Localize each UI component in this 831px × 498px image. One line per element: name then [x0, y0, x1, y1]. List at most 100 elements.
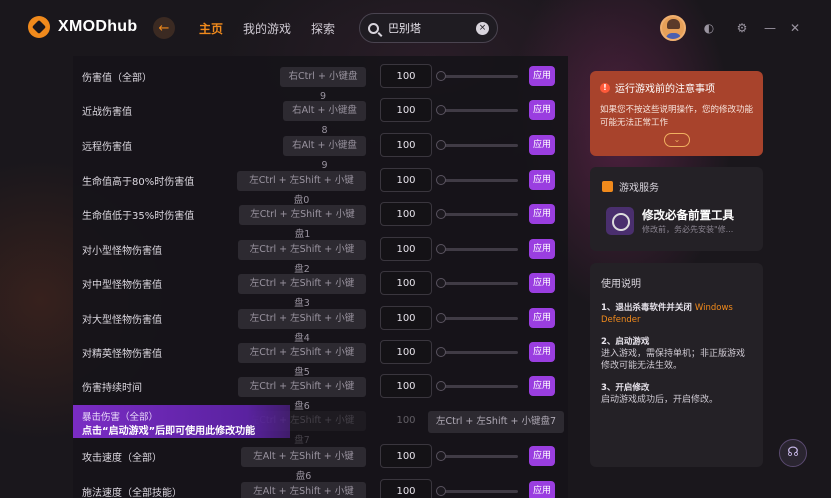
value-slider[interactable] [438, 248, 518, 251]
apply-button[interactable]: 应用 [529, 66, 555, 86]
value-slider[interactable] [438, 351, 518, 354]
value-slider[interactable] [438, 282, 518, 285]
app-logo[interactable]: XMODhub [28, 16, 137, 38]
service-icon [602, 181, 613, 192]
apply-button[interactable]: 应用 [529, 135, 555, 155]
mod-label: 伤害持续时间 [82, 383, 142, 394]
apply-button[interactable]: 应用 [529, 376, 555, 396]
guide-step: 2、启动游戏 进入游戏，需保持单机；非正版游戏修改可能无法生效。 [601, 336, 752, 372]
mod-label: 攻击速度（全部） [82, 453, 162, 464]
apply-button[interactable]: 应用 [529, 100, 555, 120]
notice-card: ! 运行游戏前的注意事项 如果您不按这些说明操作，您的修改功能可能无法正常工作 … [590, 71, 763, 156]
value-slider[interactable] [438, 144, 518, 147]
hotkey-badge[interactable]: 左Alt + 左Shift + 小键盘9 [241, 482, 366, 498]
apply-button[interactable]: 应用 [529, 481, 555, 498]
slider-handle[interactable] [436, 278, 446, 288]
nav-item-explore[interactable]: 探索 [311, 20, 335, 37]
apply-button[interactable]: 应用 [529, 308, 555, 328]
expand-chevron-icon[interactable]: ⌄ [664, 133, 690, 147]
mod-row: 生命值低于35%时伤害值 左Ctrl + 左Shift + 小键盘1 100 应… [73, 202, 568, 240]
hotkey-badge[interactable]: 左Alt + 左Shift + 小键盘6 [241, 447, 366, 482]
nav-item-my-games[interactable]: 我的游戏 [243, 20, 291, 37]
hotkey-badge[interactable]: 左Ctrl + 左Shift + 小键盘0 [237, 171, 366, 206]
mod-label: 对精英怪物伤害值 [82, 349, 162, 360]
nav-item-home[interactable]: 主页 [199, 20, 223, 37]
hotkey-badge[interactable]: 左Ctrl + 左Shift + 小键盘6 [238, 377, 366, 412]
slider-handle[interactable] [436, 313, 446, 323]
hotkey-badge[interactable]: 左Ctrl + 左Shift + 小键盘1 [239, 205, 366, 240]
download-icon[interactable] [606, 207, 634, 235]
value-input[interactable]: 100 [380, 479, 432, 498]
hotkey-tooltip: 左Ctrl + 左Shift + 小键盘7 [428, 411, 565, 433]
mod-label: 对大型怪物伤害值 [82, 315, 162, 326]
value-slider[interactable] [438, 317, 518, 320]
slider-handle[interactable] [436, 105, 446, 115]
value-input[interactable]: 100 [380, 306, 432, 330]
value-slider[interactable] [438, 179, 518, 182]
mod-row: 施法速度（全部技能） 左Alt + 左Shift + 小键盘9 100 应用 [73, 479, 568, 498]
hint-text: 点击“启动游戏”后即可使用此修改功能 [82, 426, 256, 437]
value-input[interactable]: 100 [380, 64, 432, 88]
notification-icon[interactable]: ◐ [702, 21, 716, 35]
value-input[interactable]: 100 [380, 444, 432, 468]
mod-label: 对小型怪物伤害值 [82, 246, 162, 257]
slider-handle[interactable] [436, 244, 446, 254]
minimize-icon[interactable]: — [763, 21, 777, 35]
hotkey-badge[interactable]: 右Alt + 小键盘9 [283, 136, 366, 171]
settings-icon[interactable]: ⚙ [735, 21, 749, 35]
tool-name[interactable]: 修改必备前置工具 [642, 207, 734, 223]
value-slider[interactable] [438, 213, 518, 216]
hotkey-badge[interactable]: 右Ctrl + 小键盘9 [280, 67, 366, 102]
slider-handle[interactable] [436, 175, 446, 185]
clear-search-icon[interactable]: × [476, 21, 489, 35]
slider-handle[interactable] [436, 71, 446, 81]
slider-handle[interactable] [436, 347, 446, 357]
apply-button[interactable]: 应用 [529, 204, 555, 224]
mod-label: 生命值低于35%时伤害值 [82, 211, 195, 222]
hotkey-badge[interactable]: 左Ctrl + 左Shift + 小键盘5 [238, 343, 366, 378]
close-icon[interactable]: ✕ [788, 21, 802, 35]
value-slider[interactable] [438, 455, 518, 458]
value-input[interactable]: 100 [380, 133, 432, 157]
value-input[interactable]: 100 [380, 374, 432, 398]
hotkey-badge[interactable]: 左Ctrl + 左Shift + 小键盘2 [238, 240, 366, 275]
value-input[interactable]: 100 [380, 202, 432, 226]
apply-button[interactable]: 应用 [529, 446, 555, 466]
value-slider[interactable] [438, 75, 518, 78]
launch-hint-banner[interactable]: 暴击伤害（全部） 点击“启动游戏”后即可使用此修改功能 [73, 405, 290, 438]
value-slider[interactable] [438, 490, 518, 493]
slider-handle[interactable] [436, 381, 446, 391]
guide-step-text: 启动游戏成功后，开启修改。 [601, 395, 719, 405]
apply-button[interactable]: 应用 [529, 170, 555, 190]
apply-button[interactable]: 应用 [529, 239, 555, 259]
apply-button[interactable]: 应用 [529, 342, 555, 362]
avatar[interactable] [660, 15, 686, 41]
mod-row: 生命值高于80%时伤害值 左Ctrl + 左Shift + 小键盘0 100 应… [73, 168, 568, 206]
hint-mod-name: 暴击伤害（全部） [82, 412, 159, 423]
value-slider[interactable] [438, 385, 518, 388]
mod-row: 伤害持续时间 左Ctrl + 左Shift + 小键盘6 100 应用 [73, 374, 568, 412]
value-input[interactable]: 100 [380, 98, 432, 122]
hotkey-badge[interactable]: 右Alt + 小键盘8 [283, 101, 366, 136]
search-box[interactable]: 巴别塔 × [359, 13, 498, 43]
search-input[interactable]: 巴别塔 [388, 20, 476, 36]
hotkey-badge[interactable]: 左Ctrl + 左Shift + 小键盘3 [238, 274, 366, 309]
value-slider[interactable] [438, 109, 518, 112]
notice-body: 如果您不按这些说明操作，您的修改功能可能无法正常工作 [600, 105, 754, 128]
apply-button[interactable]: 应用 [529, 273, 555, 293]
slider-handle[interactable] [436, 140, 446, 150]
tool-description: 修改前，务必先安装"修... [642, 225, 734, 234]
app-name: XMODhub [58, 18, 138, 35]
mod-label: 生命值高于80%时伤害值 [82, 177, 195, 188]
value-input[interactable]: 100 [380, 340, 432, 364]
slider-handle[interactable] [436, 209, 446, 219]
value-input[interactable]: 100 [380, 271, 432, 295]
support-headset-icon[interactable]: ☊ [779, 439, 807, 467]
back-button[interactable]: ← [153, 17, 175, 39]
slider-handle[interactable] [436, 451, 446, 461]
value-input[interactable]: 100 [380, 168, 432, 192]
slider-handle[interactable] [436, 486, 446, 496]
hotkey-badge[interactable]: 左Ctrl + 左Shift + 小键盘4 [238, 309, 366, 344]
value-input[interactable]: 100 [380, 237, 432, 261]
mod-label: 施法速度（全部技能） [82, 488, 182, 498]
